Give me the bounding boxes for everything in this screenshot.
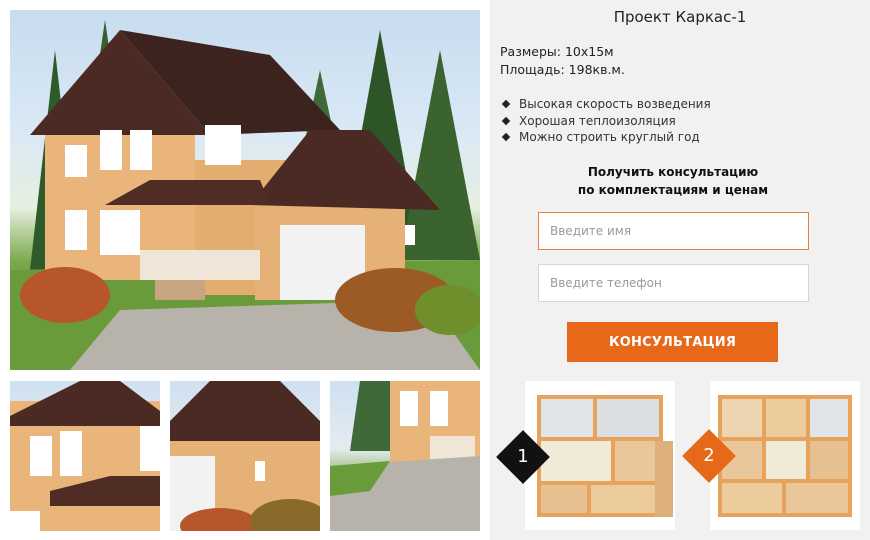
main-house-photo[interactable] bbox=[10, 10, 480, 370]
feature-text: Можно строить круглый год bbox=[519, 130, 700, 144]
project-specs: Размеры: 10х15м Площадь: 198кв.м. bbox=[500, 43, 625, 79]
gallery-thumb-2[interactable] bbox=[170, 381, 320, 531]
feature-text: Высокая скорость возведения bbox=[519, 97, 711, 111]
project-size: Размеры: 10х15м bbox=[500, 44, 614, 59]
project-title: Проект Каркас-1 bbox=[613, 8, 747, 26]
consultation-heading: Получить консультацию по комплектациям и… bbox=[490, 163, 856, 199]
name-input[interactable] bbox=[538, 212, 809, 250]
diamond-bullet-icon bbox=[501, 133, 511, 142]
project-info-panel: Проект Каркас-1 Размеры: 10х15м Площадь:… bbox=[490, 0, 870, 540]
feature-list: Высокая скорость возведения Хорошая тепл… bbox=[500, 96, 711, 146]
feature-text: Хорошая теплоизоляция bbox=[519, 113, 676, 128]
diamond-bullet-icon bbox=[501, 116, 511, 125]
plan-1-number: 1 bbox=[517, 446, 529, 467]
feature-item: Можно строить круглый год bbox=[500, 129, 711, 146]
consultation-button[interactable]: КОНСУЛЬТАЦИЯ bbox=[567, 322, 778, 362]
gallery-thumb-3[interactable] bbox=[330, 381, 480, 531]
feature-item: Хорошая теплоизоляция bbox=[500, 113, 711, 130]
consultation-heading-line1: Получить консультацию bbox=[587, 165, 759, 179]
project-area: Площадь: 198кв.м. bbox=[500, 62, 625, 77]
gallery-thumb-1[interactable] bbox=[10, 381, 160, 531]
phone-input[interactable] bbox=[538, 264, 809, 302]
consultation-heading-line2: по комплектациям и ценам bbox=[577, 183, 769, 197]
photo-gallery bbox=[0, 0, 490, 540]
diamond-bullet-icon bbox=[501, 100, 511, 109]
feature-item: Высокая скорость возведения bbox=[500, 96, 711, 113]
plan-2-number: 2 bbox=[703, 445, 715, 466]
